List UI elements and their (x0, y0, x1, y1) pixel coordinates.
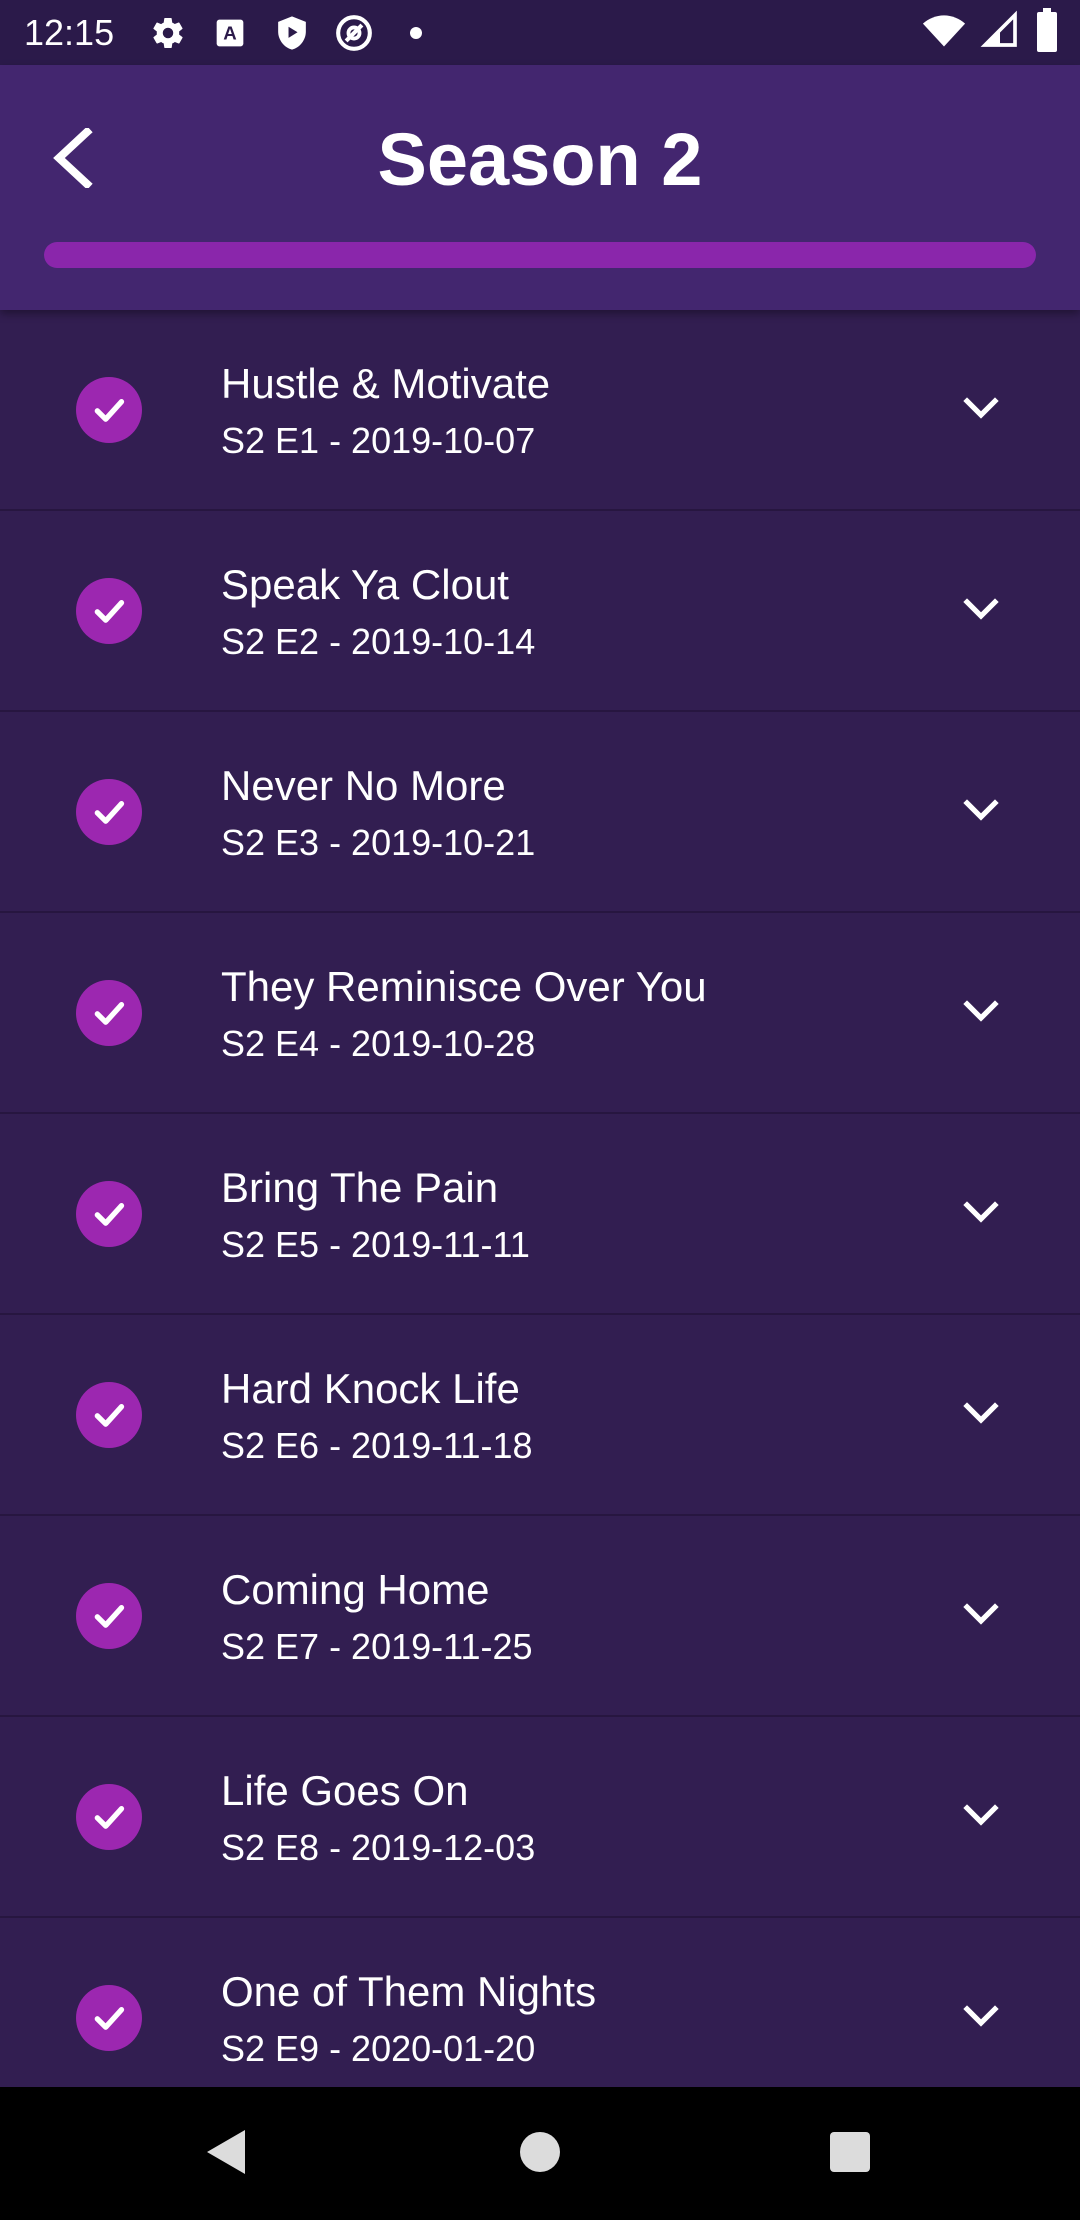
chevron-down-icon (963, 999, 999, 1029)
episode-row[interactable]: Coming Home S2 E7 - 2019-11-25 (0, 1516, 1080, 1717)
screen: 12:15 A Season 2 Hustle & Motivate S2 E1… (0, 0, 1080, 2220)
dot-icon (392, 9, 440, 57)
episode-meta: S2 E6 - 2019-11-18 (221, 1425, 533, 1466)
episode-title: Hustle & Motivate (221, 360, 551, 407)
episode-row[interactable]: Life Goes On S2 E8 - 2019-12-03 (0, 1717, 1080, 1918)
settings-icon (144, 9, 192, 57)
chevron-down-icon (963, 798, 999, 828)
episode-title: Speak Ya Clout (221, 561, 509, 608)
episode-row[interactable]: Speak Ya Clout S2 E2 - 2019-10-14 (0, 511, 1080, 712)
season-progress-fill (44, 242, 1036, 268)
episode-row[interactable]: Never No More S2 E3 - 2019-10-21 (0, 712, 1080, 913)
episode-meta: S2 E7 - 2019-11-25 (221, 1626, 533, 1667)
season-progress-bar (44, 242, 1036, 268)
watched-check-icon (76, 578, 142, 644)
episode-title: One of Them Nights (221, 1968, 597, 2015)
expand-button[interactable] (950, 380, 1012, 442)
status-time: 12:15 (24, 11, 115, 53)
episode-row[interactable]: Bring The Pain S2 E5 - 2019-11-11 (0, 1114, 1080, 1315)
episode-row[interactable]: Hustle & Motivate S2 E1 - 2019-10-07 (0, 310, 1080, 511)
expand-button[interactable] (950, 1586, 1012, 1648)
font-a-icon: A (206, 9, 254, 57)
episode-title: Coming Home (221, 1566, 490, 1613)
chevron-down-icon (963, 1200, 999, 1230)
app-bar: Season 2 (0, 65, 1080, 310)
status-right-group (922, 8, 1060, 57)
watched-check-icon (76, 779, 142, 845)
back-triangle-icon (205, 2128, 249, 2181)
watched-check-icon (76, 1382, 142, 1448)
expand-button[interactable] (950, 581, 1012, 643)
episode-title: Bring The Pain (221, 1164, 499, 1211)
wifi-icon (922, 8, 966, 57)
svg-text:A: A (223, 22, 236, 43)
episode-row[interactable]: They Reminisce Over You S2 E4 - 2019-10-2… (0, 913, 1080, 1114)
chevron-down-icon (963, 597, 999, 627)
battery-icon (1034, 8, 1060, 57)
navigation-bar (0, 2087, 1080, 2220)
episode-meta: S2 E3 - 2019-10-21 (221, 822, 536, 863)
episode-title: They Reminisce Over You (221, 963, 707, 1010)
status-bar: 12:15 A (0, 0, 1080, 65)
episode-meta: S2 E8 - 2019-12-03 (221, 1827, 536, 1868)
at-sign-icon (330, 9, 378, 57)
episode-title: Hard Knock Life (221, 1365, 520, 1412)
episode-list: Hustle & Motivate S2 E1 - 2019-10-07 Speak… (0, 310, 1080, 2087)
expand-button[interactable] (950, 1787, 1012, 1849)
episode-meta: S2 E2 - 2019-10-14 (221, 621, 536, 662)
expand-button[interactable] (950, 1988, 1012, 2050)
episode-row[interactable]: Hard Knock Life S2 E6 - 2019-11-18 (0, 1315, 1080, 1516)
expand-button[interactable] (950, 1184, 1012, 1246)
chevron-down-icon (963, 1401, 999, 1431)
chevron-down-icon (963, 1602, 999, 1632)
episode-title: Never No More (221, 762, 506, 809)
watched-check-icon (76, 980, 142, 1046)
watched-check-icon (76, 1985, 142, 2051)
home-circle-icon (518, 2130, 562, 2179)
watched-check-icon (76, 1181, 142, 1247)
expand-button[interactable] (950, 1385, 1012, 1447)
chevron-down-icon (963, 1803, 999, 1833)
nav-recents-button[interactable] (813, 2117, 887, 2191)
episode-meta: S2 E5 - 2019-11-11 (221, 1224, 530, 1265)
episode-title: Life Goes On (221, 1767, 469, 1814)
nav-home-button[interactable] (503, 2117, 577, 2191)
episode-row[interactable]: One of Them Nights S2 E9 - 2020-01-20 (0, 1918, 1080, 2087)
signal-icon (980, 10, 1020, 55)
page-title: Season 2 (377, 118, 703, 201)
watched-check-icon (76, 1784, 142, 1850)
watched-check-icon (76, 377, 142, 443)
watched-check-icon (76, 1583, 142, 1649)
episode-meta: S2 E1 - 2019-10-07 (221, 420, 536, 461)
expand-button[interactable] (950, 983, 1012, 1045)
chevron-down-icon (963, 396, 999, 426)
recents-square-icon (829, 2131, 871, 2178)
episode-meta: S2 E9 - 2020-01-20 (221, 2028, 536, 2069)
chevron-down-icon (963, 2004, 999, 2034)
episode-meta: S2 E4 - 2019-10-28 (221, 1023, 536, 1064)
nav-back-button[interactable] (190, 2117, 264, 2191)
play-shield-icon (268, 9, 316, 57)
expand-button[interactable] (950, 782, 1012, 844)
